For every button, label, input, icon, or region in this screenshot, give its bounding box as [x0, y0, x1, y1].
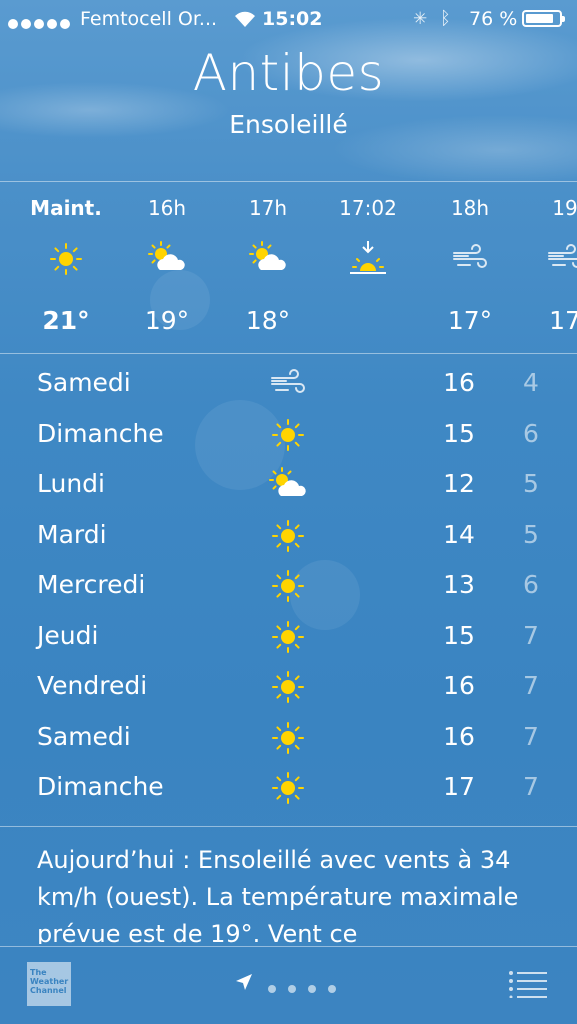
daily-row: Samedi 16 7: [0, 715, 577, 765]
hour-label: 17h: [248, 196, 288, 220]
hour-label: 17:02: [339, 196, 397, 220]
hour-label: 18h: [450, 196, 490, 220]
sunset-icon: [348, 239, 388, 279]
sun-icon: [268, 566, 308, 606]
day-low: 7: [523, 671, 539, 700]
divider: [0, 826, 577, 827]
partly-cloudy-icon: [248, 239, 288, 279]
day-high: 16: [443, 368, 475, 397]
day-name: Vendredi: [37, 671, 148, 700]
signal-strength-icon: [8, 12, 73, 34]
hour-temperature: 18°: [245, 306, 291, 335]
sun-icon: [268, 415, 308, 455]
sun-icon: [268, 516, 308, 556]
sun-icon: [46, 239, 86, 279]
day-name: Jeudi: [37, 621, 99, 650]
hour-temperature: 21°: [42, 306, 90, 335]
divider: [0, 946, 577, 947]
day-high: 17: [443, 772, 475, 801]
day-high: 16: [443, 722, 475, 751]
activity-spinner-icon: ✳: [413, 9, 428, 29]
sun-icon: [268, 768, 308, 808]
daily-summary-text: Aujourd’hui : Ensoleillé avec vents à 34…: [37, 846, 519, 944]
wifi-icon: [233, 9, 257, 34]
hour-label: 19: [552, 196, 577, 220]
day-low: 4: [523, 368, 539, 397]
hour-temperature: 19°: [144, 306, 190, 335]
day-high: 12: [443, 469, 475, 498]
day-low: 6: [523, 570, 539, 599]
daily-row: Dimanche 15 6: [0, 412, 577, 462]
bluetooth-icon: ᛒ: [440, 8, 451, 29]
sun-icon: [268, 617, 308, 657]
weather-channel-logo[interactable]: The Weather Channel: [27, 962, 71, 1006]
day-name: Samedi: [37, 368, 131, 397]
wind-icon: [268, 364, 308, 404]
carrier-name: Femtocell Or...: [80, 8, 218, 30]
status-bar: Femtocell Or... 15:02 ✳ ᛒ 76 %: [0, 0, 577, 38]
status-time: 15:02: [262, 8, 323, 30]
divider: [0, 353, 577, 354]
day-low: 5: [523, 520, 539, 549]
day-name: Dimanche: [37, 419, 164, 448]
day-low: 7: [523, 722, 539, 751]
day-name: Mardi: [37, 520, 107, 549]
day-high: 15: [443, 621, 475, 650]
daily-row: Dimanche 17 7: [0, 765, 577, 815]
sun-icon: [268, 667, 308, 707]
daily-row: Samedi 16 4: [0, 361, 577, 411]
day-low: 7: [523, 772, 539, 801]
current-condition: Ensoleillé: [229, 110, 348, 139]
daily-row: Lundi 12 5: [0, 462, 577, 512]
hour-label: Maint.: [30, 196, 102, 220]
partly-cloudy-icon: [268, 465, 308, 505]
day-low: 7: [523, 621, 539, 650]
day-high: 14: [443, 520, 475, 549]
day-low: 6: [523, 419, 539, 448]
city-list-icon[interactable]: [509, 970, 549, 999]
partly-cloudy-icon: [147, 239, 187, 279]
day-name: Mercredi: [37, 570, 146, 599]
daily-row: Jeudi 15 7: [0, 614, 577, 664]
hour-temperature: 17: [549, 306, 577, 335]
day-name: Dimanche: [37, 772, 164, 801]
day-high: 13: [443, 570, 475, 599]
battery-percentage: 76 %: [469, 8, 518, 30]
wind-icon: [450, 239, 490, 279]
wind-icon: [545, 239, 577, 279]
battery-icon: [522, 10, 565, 27]
location-arrow-icon[interactable]: [234, 972, 254, 996]
daily-row: Vendredi 16 7: [0, 664, 577, 714]
day-low: 5: [523, 469, 539, 498]
day-name: Lundi: [37, 469, 105, 498]
day-name: Samedi: [37, 722, 131, 751]
page-indicator[interactable]: [268, 978, 348, 997]
day-high: 15: [443, 419, 475, 448]
daily-row: Mercredi 13 6: [0, 563, 577, 613]
sun-icon: [268, 718, 308, 758]
hour-temperature: 17°: [447, 306, 493, 335]
city-name: Antibes: [192, 44, 385, 102]
hour-label: 16h: [147, 196, 187, 220]
daily-row: Mardi 14 5: [0, 513, 577, 563]
hourly-forecast[interactable]: Maint. 21° 16h 19° 17h 18° 17:02 18h 17°…: [0, 182, 577, 352]
day-high: 16: [443, 671, 475, 700]
